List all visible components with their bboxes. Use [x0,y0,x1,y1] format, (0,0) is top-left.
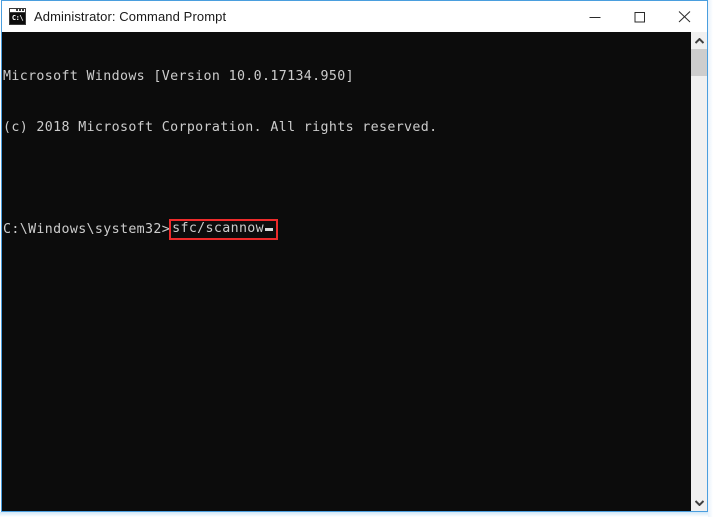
scrollbar-track[interactable] [691,49,707,494]
chevron-up-icon [694,37,704,44]
console-area[interactable]: Microsoft Windows [Version 10.0.17134.95… [2,32,707,511]
close-button[interactable] [662,1,707,32]
console-output[interactable]: Microsoft Windows [Version 10.0.17134.95… [2,32,690,511]
minimize-icon [589,16,600,18]
chevron-down-icon [694,499,704,506]
window-title: Administrator: Command Prompt [34,9,227,24]
console-prompt-line[interactable]: C:\Windows\system32> sfc/scannow [3,218,690,240]
window-right-shadow [708,0,713,517]
window-controls [572,1,707,32]
window-titlebar[interactable]: C:\ Administrator: Command Prompt [2,1,707,32]
command-prompt-window: C:\ Administrator: Command Prompt Micros… [1,0,708,512]
console-line: (c) 2018 Microsoft Corporation. All righ… [3,120,438,135]
scroll-up-button[interactable] [691,32,707,49]
minimize-button[interactable] [572,1,617,32]
text-cursor [265,227,274,231]
console-line: Microsoft Windows [Version 10.0.17134.95… [3,69,354,84]
scrollbar-thumb[interactable] [691,49,707,76]
maximize-button[interactable] [617,1,662,32]
prompt-path: C:\Windows\system32> [3,222,171,237]
typed-command: sfc/scannow [172,221,265,236]
close-icon [678,11,691,23]
scroll-down-button[interactable] [691,494,707,511]
window-bottom-shadow [0,512,713,517]
icon-prompt-text: C:\ [10,13,25,24]
cmd-console-icon: C:\ [9,8,26,25]
command-highlight-box: sfc/scannow [169,218,279,240]
maximize-icon [634,11,645,22]
console-scrollbar[interactable] [690,32,707,511]
